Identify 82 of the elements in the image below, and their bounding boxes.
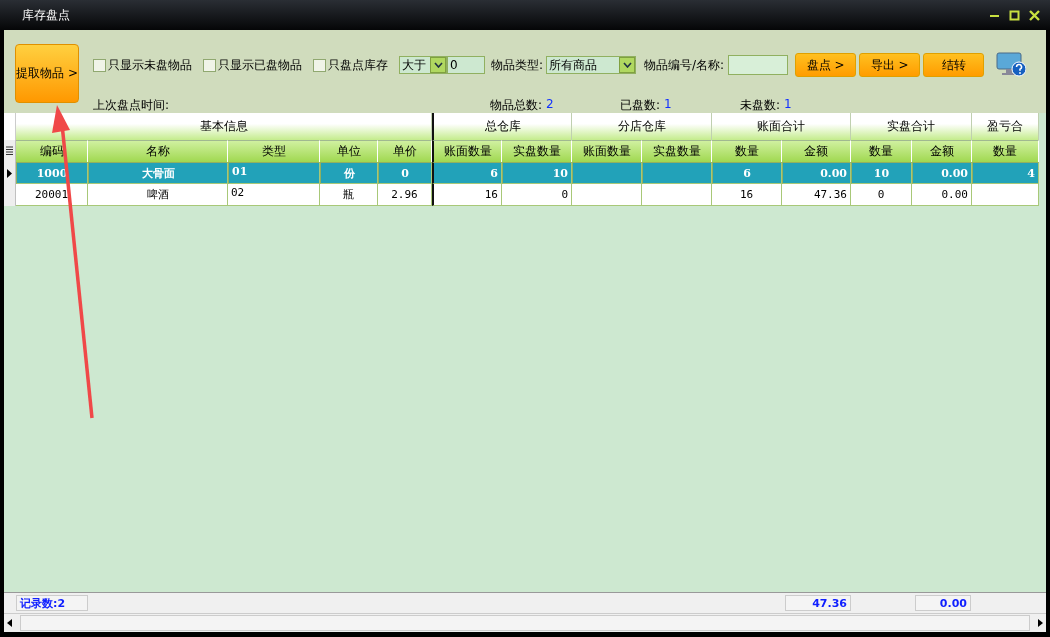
table-cell: 瓶: [320, 184, 378, 206]
column-header[interactable]: 类型: [228, 140, 320, 162]
stat-label: 已盘数:: [620, 97, 661, 114]
column-header[interactable]: 编码: [16, 140, 88, 162]
column-header[interactable]: 数量: [972, 140, 1039, 162]
table-cell: 10: [851, 162, 912, 184]
table-cell: 10: [502, 162, 572, 184]
horizontal-scrollbar[interactable]: [20, 615, 1030, 631]
table-cell: 4: [972, 162, 1039, 184]
toolbar-button[interactable]: 结转: [923, 53, 985, 77]
column-header[interactable]: 账面数量: [572, 140, 642, 162]
column-group-header: 盈亏合: [972, 113, 1039, 140]
toolbar-button[interactable]: 盘点 >: [795, 53, 857, 77]
column-header[interactable]: 金额: [912, 140, 972, 162]
item-type-label: 物品类型:: [491, 56, 544, 74]
value-field[interactable]: 0: [447, 56, 485, 74]
column-header[interactable]: 单价: [378, 140, 432, 162]
table-cell: 6: [432, 162, 502, 184]
table-cell: [972, 184, 1039, 206]
column-group-header: 分店仓库: [572, 113, 712, 140]
last-count-time-label: 上次盘点时间:: [93, 98, 170, 112]
column-group-header: 基本信息: [16, 113, 432, 140]
checkbox[interactable]: [93, 58, 106, 72]
table-cell: 0: [378, 162, 432, 184]
table-cell: [642, 184, 712, 206]
record-count: 记录数:2: [16, 595, 88, 611]
checkbox[interactable]: [313, 58, 326, 72]
table-cell: 16: [712, 184, 782, 206]
stat-label: 物品总数:: [490, 97, 543, 114]
checkbox-label: 只显示已盘物品: [218, 56, 302, 74]
column-header[interactable]: 单位: [320, 140, 378, 162]
table-cell: 啤酒: [88, 184, 228, 206]
row-header-cell[interactable]: [4, 184, 16, 206]
column-header[interactable]: 实盘数量: [502, 140, 572, 162]
column-group-header: 实盘合计: [851, 113, 972, 140]
table-cell: [572, 162, 642, 184]
table-cell: 2.96: [378, 184, 432, 206]
table-cell: 份: [320, 162, 378, 184]
table-cell: 0: [502, 184, 572, 206]
table-cell: 16: [432, 184, 502, 206]
stat-value: 2: [546, 97, 554, 113]
table-cell: 47.36: [782, 184, 851, 206]
stat-value: 1: [784, 97, 792, 113]
column-group-header: 账面合计: [712, 113, 851, 140]
close-icon[interactable]: [1029, 9, 1040, 21]
search-field[interactable]: [728, 55, 789, 75]
toolbar-button[interactable]: 导出 >: [859, 53, 921, 77]
row-selector-icon[interactable]: [6, 146, 13, 156]
stat-label: 未盘数:: [740, 97, 781, 114]
table-cell: [642, 162, 712, 184]
column-group-header: 总仓库: [432, 113, 572, 140]
column-header[interactable]: 数量: [712, 140, 782, 162]
table-cell: 0.00: [912, 184, 972, 206]
stat-value: 1: [664, 97, 672, 113]
checkbox[interactable]: [203, 58, 216, 72]
search-label: 物品编号/名称:: [644, 56, 725, 74]
table-cell: 20001: [16, 184, 88, 206]
compare-dropdown[interactable]: 大于: [399, 56, 447, 74]
window-title: 库存盘点: [22, 6, 71, 24]
table-cell: 1000: [16, 162, 88, 184]
column-header[interactable]: 数量: [851, 140, 912, 162]
table-cell: 大骨面: [88, 162, 228, 184]
checkbox-label: 只显示未盘物品: [108, 56, 192, 74]
table-cell: 0: [851, 184, 912, 206]
maximize-icon[interactable]: [1009, 9, 1020, 21]
column-header[interactable]: 实盘数量: [642, 140, 712, 162]
help-monitor-icon[interactable]: [996, 52, 1027, 78]
table-cell: 0.00: [912, 162, 972, 184]
table-cell: [572, 184, 642, 206]
column-header[interactable]: 金额: [782, 140, 851, 162]
column-header[interactable]: 名称: [88, 140, 228, 162]
actual-amount-total: 0.00: [915, 595, 971, 611]
item-type-dropdown[interactable]: 所有商品: [546, 56, 637, 74]
column-header[interactable]: 账面数量: [432, 140, 502, 162]
table-cell: 0.00: [782, 162, 851, 184]
extract-items-button[interactable]: 提取物品 >: [15, 44, 79, 103]
current-row-icon: [7, 168, 12, 178]
checkbox-label: 只盘点库存: [328, 56, 388, 74]
table-cell: 02: [228, 184, 320, 206]
table-cell: 01: [228, 162, 320, 184]
table-cell: 6: [712, 162, 782, 184]
book-amount-total: 47.36: [785, 595, 851, 611]
